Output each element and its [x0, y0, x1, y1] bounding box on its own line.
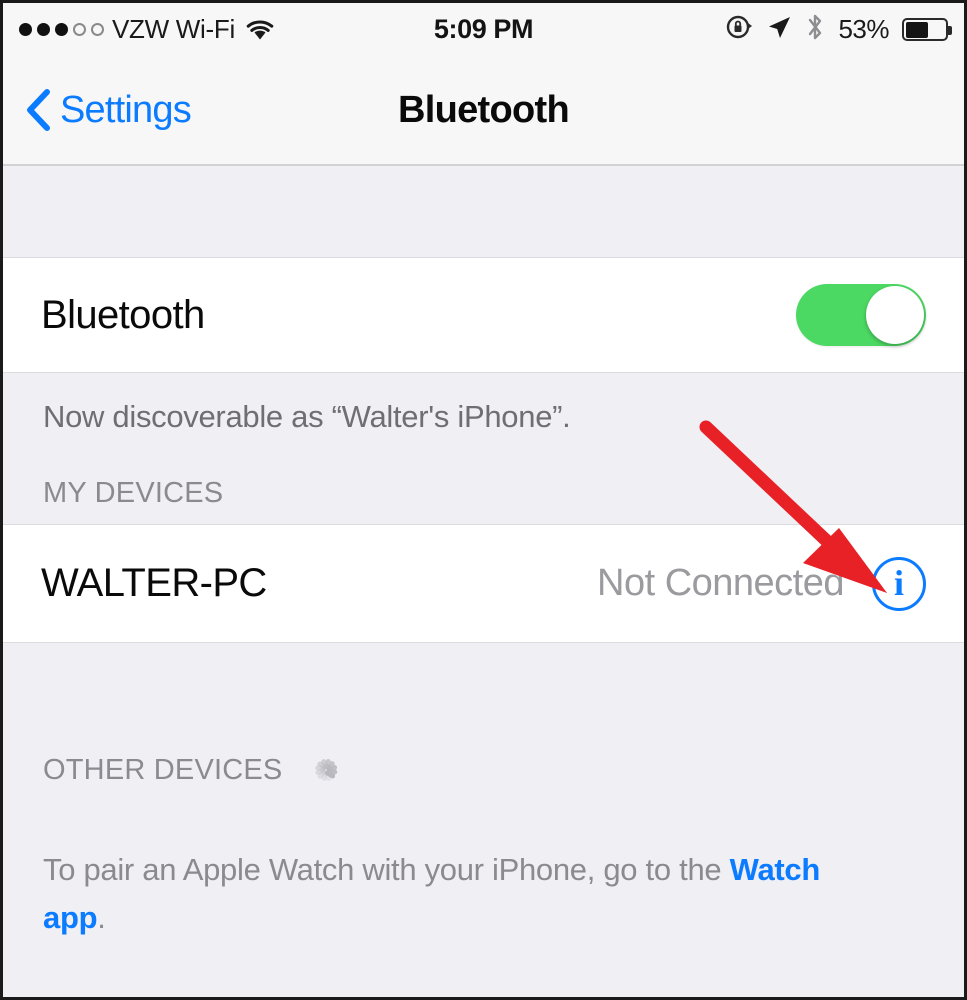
bluetooth-icon	[805, 12, 825, 47]
chevron-left-icon	[25, 88, 51, 132]
discoverable-note: Now discoverable as “Walter's iPhone”.	[43, 399, 571, 434]
rotation-lock-icon	[725, 13, 753, 46]
navigation-bar: Settings Bluetooth	[3, 56, 964, 166]
toggle-knob	[866, 286, 924, 344]
battery-icon	[902, 18, 952, 41]
top-spacer	[3, 166, 964, 257]
bluetooth-toggle-switch[interactable]	[796, 284, 926, 346]
footer-note-suffix: .	[97, 900, 106, 936]
device-row-walter-pc[interactable]: WALTER-PC Not Connected i	[3, 524, 964, 643]
location-arrow-icon	[766, 14, 792, 45]
activity-spinner-icon	[302, 748, 346, 792]
clock-label: 5:09 PM	[433, 14, 534, 44]
bluetooth-row-label: Bluetooth	[41, 292, 205, 337]
battery-percent-label: 53%	[838, 14, 889, 44]
other-devices-section-header: OTHER DEVICES	[3, 643, 964, 806]
my-devices-section-header: MY DEVICES	[3, 435, 964, 524]
back-button-label: Settings	[60, 88, 192, 131]
my-devices-header-label: MY DEVICES	[43, 477, 224, 509]
info-icon[interactable]: i	[872, 556, 926, 611]
signal-dot-empty	[73, 23, 86, 36]
signal-strength-dots	[19, 23, 104, 36]
device-status-label: Not Connected	[597, 562, 845, 604]
footer-note-text: To pair an Apple Watch with your iPhone,…	[43, 852, 730, 887]
status-bar: VZW Wi-Fi 5:09 PM 53%	[3, 3, 964, 56]
carrier-label: VZW Wi-Fi	[112, 14, 235, 44]
status-bar-left: VZW Wi-Fi	[19, 14, 434, 45]
back-button[interactable]: Settings	[25, 88, 192, 132]
info-icon-glyph: i	[893, 562, 904, 603]
iphone-screen: VZW Wi-Fi 5:09 PM 53% Settings Bluetooth…	[0, 0, 967, 1000]
settings-content: Bluetooth Now discoverable as “Walter's …	[3, 166, 964, 997]
apple-watch-footer-note: To pair an Apple Watch with your iPhone,…	[3, 806, 883, 942]
signal-dot-filled	[55, 23, 68, 36]
device-name-label: WALTER-PC	[41, 561, 267, 605]
signal-dot-empty	[91, 23, 104, 36]
signal-dot-filled	[37, 23, 50, 36]
signal-dot-filled	[19, 23, 32, 36]
wifi-icon	[245, 18, 275, 42]
other-devices-header-label: OTHER DEVICES	[43, 753, 283, 786]
status-bar-right: 53%	[533, 12, 952, 47]
bluetooth-toggle-row[interactable]: Bluetooth	[3, 257, 964, 373]
